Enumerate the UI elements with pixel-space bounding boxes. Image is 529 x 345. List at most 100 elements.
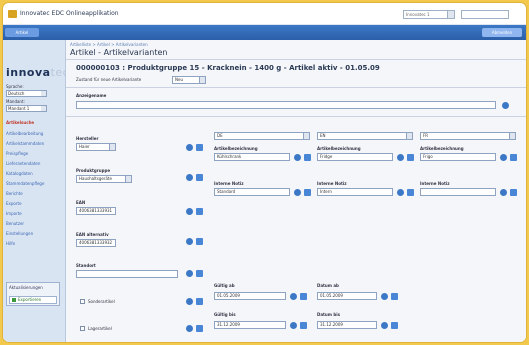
internal-note-input-3[interactable] xyxy=(420,188,496,196)
info-icon[interactable] xyxy=(397,189,404,196)
info-icon[interactable] xyxy=(290,293,297,300)
info-icon[interactable] xyxy=(290,322,297,329)
date-from-input[interactable]: 01.05.2009 xyxy=(317,292,377,300)
info-icon[interactable] xyxy=(381,293,388,300)
info-icon[interactable] xyxy=(397,154,404,161)
edit-icon[interactable] xyxy=(196,325,203,332)
edit-icon[interactable] xyxy=(196,238,203,245)
language-column-select-3[interactable]: FR xyxy=(420,132,516,140)
valid-to-label: Gültig bis xyxy=(214,312,236,317)
chevron-down-icon xyxy=(447,11,454,18)
sidebar-item-4[interactable]: Lieferantendaten xyxy=(6,161,40,166)
breadcrumb[interactable]: Artikelliste > Artikel > Artikelvariante… xyxy=(70,42,148,47)
export-button[interactable]: Exportieren xyxy=(9,296,57,304)
calendar-icon[interactable] xyxy=(391,293,398,300)
location-input[interactable] xyxy=(76,270,178,278)
edit-icon[interactable] xyxy=(304,189,311,196)
mandant-label: Mandant: xyxy=(6,99,25,104)
language-column-value-2: EN xyxy=(320,133,326,138)
ean-input[interactable]: 4006381333931 xyxy=(76,207,116,215)
app-window: Innovatec EDC Onlineapplikation Innovate… xyxy=(3,3,526,342)
special-article-checkbox[interactable] xyxy=(80,299,85,304)
edit-icon[interactable] xyxy=(196,174,203,181)
info-icon[interactable] xyxy=(500,189,507,196)
info-icon[interactable] xyxy=(186,144,193,151)
info-icon[interactable] xyxy=(186,298,193,305)
divider xyxy=(66,87,526,88)
sidebar-item-10[interactable]: Benutzer xyxy=(6,221,24,226)
edit-icon[interactable] xyxy=(510,189,517,196)
ean-alt-input[interactable]: 4006381333932 xyxy=(76,239,116,247)
tenant-select-value: Innovatec 1 xyxy=(406,12,430,17)
valid-to-input[interactable]: 31.12.2009 xyxy=(214,321,286,329)
description-input-2[interactable]: Fridge xyxy=(317,153,393,161)
info-icon[interactable] xyxy=(381,322,388,329)
sidebar-item-6[interactable]: Stammdatenpflege xyxy=(6,181,44,186)
sidebar-item-9[interactable]: Importe xyxy=(6,211,22,216)
edit-icon[interactable] xyxy=(510,154,517,161)
language-column-select-1[interactable]: DE xyxy=(214,132,310,140)
internal-note-input-1[interactable]: Standard xyxy=(214,188,290,196)
description-input-3[interactable]: Frigo xyxy=(420,153,496,161)
info-icon[interactable] xyxy=(502,102,509,109)
language-column-select-2[interactable]: EN xyxy=(317,132,413,140)
manufacturer-select[interactable]: Haier xyxy=(76,143,116,151)
ean-label: EAN xyxy=(76,200,86,205)
sidebar-item-5[interactable]: Katalogdaten xyxy=(6,171,33,176)
edit-icon[interactable] xyxy=(196,298,203,305)
chevron-down-icon xyxy=(303,133,309,139)
language-column-value-3: FR xyxy=(423,133,429,138)
calendar-icon[interactable] xyxy=(300,322,307,329)
top-search-input[interactable] xyxy=(461,10,509,19)
language-column-value-1: DE xyxy=(217,133,223,138)
sidebar-item-1[interactable]: Artikelbearbeitung xyxy=(6,131,43,136)
info-icon[interactable] xyxy=(186,174,193,181)
product-group-select[interactable]: Haushaltsgeräte xyxy=(76,175,132,183)
calendar-icon[interactable] xyxy=(391,322,398,329)
sidebar-item-7[interactable]: Berichte xyxy=(6,191,23,196)
info-icon[interactable] xyxy=(186,270,193,277)
divider xyxy=(66,59,526,60)
edit-icon[interactable] xyxy=(196,208,203,215)
sidebar-item-0[interactable]: Artikelsuche xyxy=(6,120,34,125)
main-content: Artikelliste > Artikel > Artikelvariante… xyxy=(66,40,526,342)
info-icon[interactable] xyxy=(186,325,193,332)
sidebar-item-12[interactable]: Hilfe xyxy=(6,241,15,246)
description-input-1[interactable]: Kühlschrank xyxy=(214,153,290,161)
logout-button[interactable]: Abmelden xyxy=(482,28,522,37)
date-to-input[interactable]: 31.12.2009 xyxy=(317,321,377,329)
state-select[interactable]: Neu xyxy=(172,76,206,84)
sidebar-item-8[interactable]: Exporte xyxy=(6,201,22,206)
info-icon[interactable] xyxy=(294,154,301,161)
internal-note-label-1: Interne Notiz xyxy=(214,181,244,186)
edit-icon[interactable] xyxy=(407,154,414,161)
calendar-icon[interactable] xyxy=(300,293,307,300)
info-icon[interactable] xyxy=(186,208,193,215)
info-icon[interactable] xyxy=(294,189,301,196)
info-icon[interactable] xyxy=(500,154,507,161)
mandant-select[interactable]: Mandant 1 xyxy=(6,105,47,112)
app-title: Innovatec EDC Onlineapplikation xyxy=(20,10,119,17)
chevron-down-icon xyxy=(125,176,131,182)
tenant-select[interactable]: Innovatec 1 xyxy=(403,10,455,19)
display-name-input[interactable] xyxy=(76,101,496,109)
top-bar: Innovatec EDC Onlineapplikation Innovate… xyxy=(3,3,526,25)
edit-icon[interactable] xyxy=(304,154,311,161)
edit-icon[interactable] xyxy=(196,144,203,151)
app-logo-icon xyxy=(8,10,17,18)
product-group-value: Haushaltsgeräte xyxy=(79,176,112,181)
internal-note-input-2[interactable]: Intern xyxy=(317,188,393,196)
edit-icon[interactable] xyxy=(196,270,203,277)
ean-alt-label: EAN alternativ xyxy=(76,232,109,237)
sidebar-item-2[interactable]: Artikelstammdaten xyxy=(6,141,44,146)
sidebar: innovatec Sprache: Deutsch Mandant: Mand… xyxy=(3,40,69,342)
sidebar-item-11[interactable]: Einstellungen xyxy=(6,231,33,236)
tab-artikel[interactable]: Artikel xyxy=(5,28,39,37)
stock-article-checkbox[interactable] xyxy=(80,326,85,331)
valid-from-input[interactable]: 01.05.2009 xyxy=(214,292,286,300)
mandant-select-value: Mandant 1 xyxy=(8,106,30,111)
sidebar-item-3[interactable]: Preispflege xyxy=(6,151,28,156)
info-icon[interactable] xyxy=(186,238,193,245)
edit-icon[interactable] xyxy=(407,189,414,196)
language-select[interactable]: Deutsch xyxy=(6,90,47,97)
